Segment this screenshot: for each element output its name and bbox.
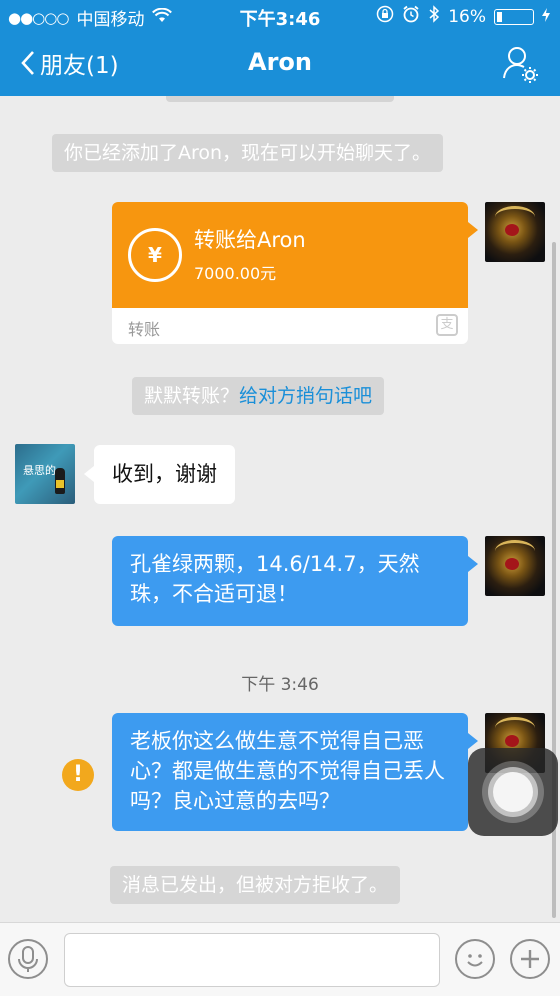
battery-icon [494,8,534,25]
person-gear-icon [503,47,538,83]
sent-message-bubble[interactable]: 老板你这么做生意不觉得自己恶心？都是做生意的不觉得自己丢人吗？良心过意的去吗？ [112,713,468,831]
alipay-logo-icon: 支 [436,314,458,336]
status-bar: ●●○○○ 中国移动 下午3:46 16% [0,0,560,32]
send-failed-warning-icon[interactable]: ! [62,759,94,791]
previous-message-stub [166,96,394,102]
nav-bar: 朋友(1) Aron [0,32,560,96]
received-message-bubble[interactable]: 收到，谢谢 [94,445,235,504]
smiley-icon [467,954,483,967]
transfer-title: 转账给Aron [194,228,306,252]
system-message-friend-added: 你已经添加了Aron，现在可以开始聊天了。 [52,134,444,172]
voice-input-button[interactable] [8,939,48,979]
battery-percent: 16% [448,6,486,27]
more-options-button[interactable] [510,939,550,979]
top-bar: ●●○○○ 中国移动 下午3:46 16% 朋友(1) Aron [0,0,560,96]
bubble-tail [84,466,94,482]
avatar-caption: 悬思的 [23,464,56,477]
contact-settings-button[interactable] [500,44,540,84]
transfer-label: 转账 [128,320,161,339]
orientation-lock-icon [376,5,394,28]
alarm-icon [402,5,420,28]
add-message-link[interactable]: 给对方捎句话吧 [239,385,372,407]
my-avatar[interactable] [485,202,545,262]
my-avatar[interactable] [485,536,545,596]
bubble-tail [468,556,478,572]
contact-avatar[interactable]: 悬思的 [15,444,75,504]
system-message-rejected: 消息已发出，但被对方拒收了。 [110,866,401,904]
input-bar [0,922,560,996]
bluetooth-icon [428,5,440,28]
sent-message-bubble[interactable]: 孔雀绿两颗，14.6/14.7，天然珠，不合适可退！ [112,536,468,626]
transfer-card[interactable]: ¥ 转账给Aron 7000.00元 转账 支 [112,202,468,344]
charging-icon [542,7,550,27]
system-message-transfer-note: 默默转账？给对方捎句话吧 [132,377,385,415]
battery-level [497,11,502,22]
assistive-touch-button[interactable] [468,748,558,836]
yuan-coin-icon: ¥ [128,228,182,282]
bubble-tail [468,733,478,749]
emoji-button[interactable] [455,939,495,979]
chat-title: Aron [248,48,312,76]
plus-icon [521,950,539,968]
bubble-tail [468,222,478,238]
transfer-amount: 7000.00元 [194,264,277,283]
microphone-icon [18,946,38,972]
transfer-note-text: 默默转账？ [144,385,240,407]
message-timestamp: 下午 3:46 [241,675,319,695]
message-input[interactable] [64,933,440,987]
